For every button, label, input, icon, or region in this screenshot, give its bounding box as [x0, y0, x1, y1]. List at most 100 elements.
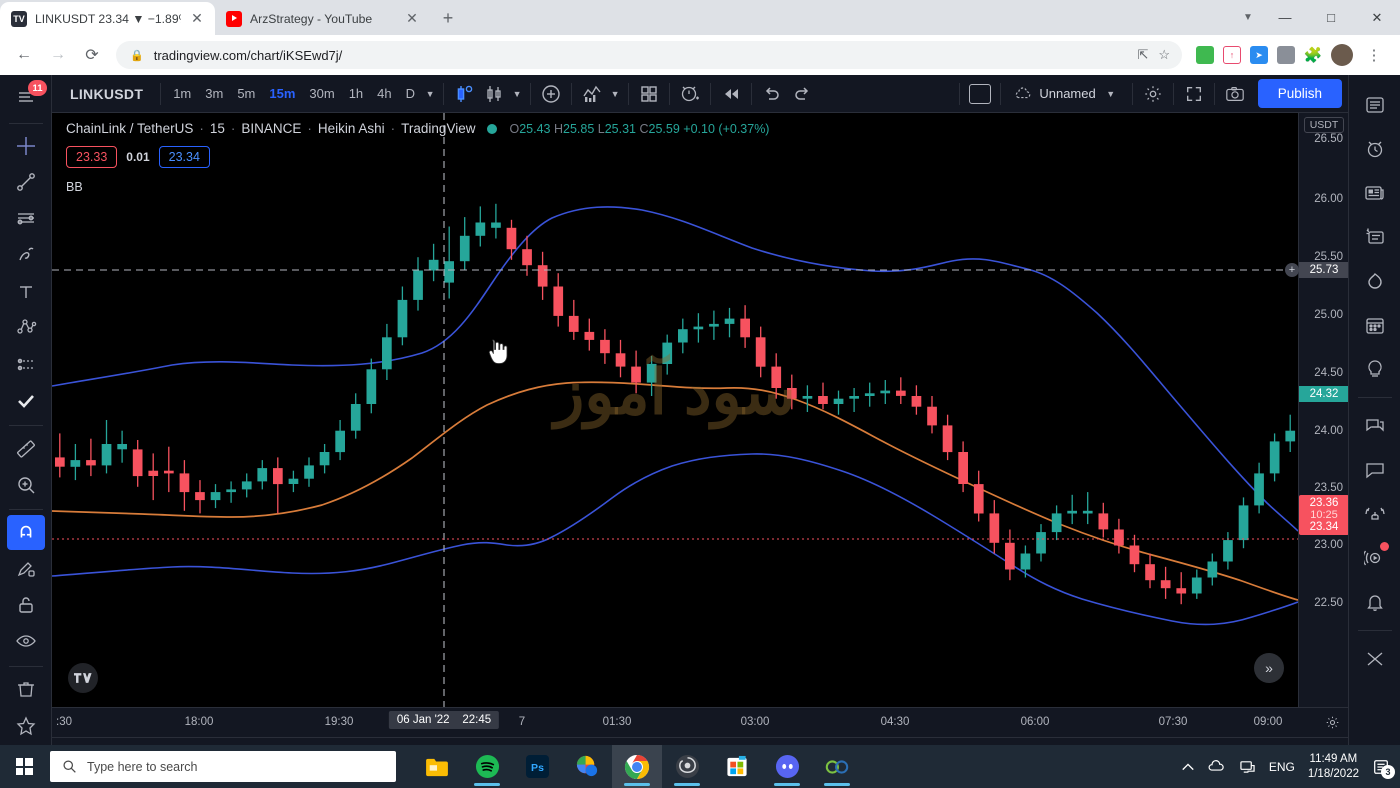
price-scale[interactable]: USDT 26.50 26.00 25.73 25.50 25.00 24.50…	[1285, 113, 1349, 707]
browser-tab-tradingview[interactable]: TV LINKUSDT 23.34 ▼ −1.89% Unna ✕	[0, 2, 215, 35]
time-axis[interactable]: :30 18:00 19:30 21:00 06 Jan '22 22:45 7…	[52, 707, 1348, 737]
reload-icon[interactable]: ⟳	[76, 39, 108, 71]
magnet-icon[interactable]	[6, 515, 45, 550]
close-icon[interactable]: ✕	[189, 11, 205, 27]
bid-price-chip[interactable]: 23.33	[66, 146, 118, 168]
forward-icon[interactable]: →	[42, 39, 74, 71]
chrome-icon[interactable]	[612, 745, 662, 788]
news-icon[interactable]	[1356, 171, 1394, 215]
favorites-star-icon[interactable]	[7, 709, 45, 744]
symbol-button[interactable]: LINKUSDT	[58, 86, 155, 102]
timeframe-30m[interactable]: 30m	[302, 81, 341, 106]
tab-search-chevron-down-icon[interactable]: ▼	[1234, 0, 1262, 35]
chart-type-bars-icon[interactable]	[479, 80, 509, 108]
tray-onedrive-icon[interactable]	[1208, 760, 1226, 773]
templates-grid-icon[interactable]	[634, 80, 664, 108]
measure-ruler-icon[interactable]	[7, 431, 45, 466]
patterns-icon[interactable]	[7, 311, 45, 346]
crosshair-icon[interactable]	[7, 128, 45, 163]
timeframe-4h[interactable]: 4h	[370, 81, 398, 106]
layout-chevron-down-icon[interactable]: ▼	[1103, 80, 1119, 108]
chart-type-candles-icon[interactable]	[449, 80, 479, 108]
timeframe-chevron-down-icon[interactable]: ▼	[422, 80, 438, 108]
chrome-menu-icon[interactable]: ⋮	[1362, 46, 1386, 64]
timeframe-daily[interactable]: D	[399, 81, 422, 106]
chart-type-chevron-down-icon[interactable]: ▼	[509, 80, 525, 108]
timeframe-5m[interactable]: 5m	[230, 81, 262, 106]
data-window-icon[interactable]	[1356, 215, 1394, 259]
file-explorer-icon[interactable]	[412, 745, 462, 788]
discord-icon[interactable]	[762, 745, 812, 788]
minimize-button[interactable]: —	[1262, 0, 1308, 35]
redo-icon[interactable]	[787, 80, 817, 108]
firefox-dev-icon[interactable]	[662, 745, 712, 788]
text-tool-icon[interactable]	[7, 274, 45, 309]
extension-vpn-icon[interactable]: ↑	[1223, 46, 1241, 64]
checkmark-icon[interactable]	[7, 384, 45, 419]
save-layout-button[interactable]: Unnamed ▼	[1006, 80, 1126, 108]
cursor-crosshair-icon[interactable]: 11	[7, 80, 47, 116]
private-chat-icon[interactable]	[1356, 448, 1394, 492]
photoshop-icon[interactable]: Ps	[512, 745, 562, 788]
chart-canvas[interactable]: ChainLink / TetherUS · 15 · BINANCE · He…	[52, 113, 1298, 707]
microsoft-store-icon[interactable]	[712, 745, 762, 788]
watchlist-icon[interactable]	[1356, 83, 1394, 127]
remove-drawings-icon[interactable]	[7, 672, 45, 707]
paint-icon[interactable]	[562, 745, 612, 788]
replay-icon[interactable]	[716, 80, 746, 108]
fullscreen-icon[interactable]	[1179, 80, 1209, 108]
extension-generic-icon[interactable]	[1277, 46, 1295, 64]
add-compare-icon[interactable]	[536, 80, 566, 108]
indicators-icon[interactable]	[577, 80, 607, 108]
horizontal-lines-icon[interactable]	[7, 201, 45, 236]
legend-indicator-bb[interactable]: BB	[66, 180, 769, 194]
undo-icon[interactable]	[757, 80, 787, 108]
brush-icon[interactable]	[7, 238, 45, 273]
add-alert-icon[interactable]	[675, 80, 705, 108]
layout-select-icon[interactable]	[965, 80, 995, 108]
timeframe-1m[interactable]: 1m	[166, 81, 198, 106]
forecast-icon[interactable]	[7, 347, 45, 382]
timeframe-15m[interactable]: 15m	[262, 81, 302, 106]
gear-icon[interactable]	[1138, 80, 1168, 108]
close-window-button[interactable]: ✕	[1354, 0, 1400, 35]
scroll-to-realtime-icon[interactable]: »	[1254, 653, 1284, 683]
taskbar-search-input[interactable]: Type here to search	[50, 751, 396, 782]
tray-expand-chevron-up-icon[interactable]	[1181, 762, 1195, 772]
hide-drawings-icon[interactable]	[7, 625, 45, 660]
extension-colorpick-icon[interactable]	[1196, 46, 1214, 64]
address-bar[interactable]: 🔒 tradingview.com/chart/iKSEwd7j/ ⇱ ☆	[116, 41, 1182, 69]
tray-clock[interactable]: 11:49 AM 1/18/2022	[1308, 752, 1359, 782]
timeframe-1h[interactable]: 1h	[342, 81, 370, 106]
notifications-bell-icon[interactable]	[1356, 580, 1394, 624]
start-button[interactable]	[0, 745, 48, 788]
legend-title-row[interactable]: ChainLink / TetherUS · 15 · BINANCE · He…	[66, 121, 769, 136]
infinity-app-icon[interactable]	[812, 745, 862, 788]
bookmark-star-icon[interactable]: ☆	[1158, 47, 1170, 63]
close-icon[interactable]: ✕	[404, 11, 420, 27]
zoom-in-icon[interactable]	[7, 468, 45, 503]
hotlist-icon[interactable]	[1356, 259, 1394, 303]
publish-button[interactable]: Publish	[1257, 79, 1342, 108]
time-axis-gear-icon[interactable]	[1325, 715, 1340, 730]
extension-telegram-icon[interactable]: ➤	[1250, 46, 1268, 64]
drawing-mode-icon[interactable]	[7, 552, 45, 587]
lock-drawings-icon[interactable]	[7, 588, 45, 623]
broadcast-icon[interactable]	[1356, 492, 1394, 536]
ideas-lightbulb-icon[interactable]	[1356, 347, 1394, 391]
maximize-button[interactable]: □	[1308, 0, 1354, 35]
calendar-icon[interactable]	[1356, 303, 1394, 347]
stream-icon[interactable]	[1356, 536, 1394, 580]
share-icon[interactable]: ⇱	[1137, 47, 1148, 63]
browser-tab-youtube[interactable]: ArzStrategy - YouTube ✕	[215, 2, 430, 35]
settings-drawer-icon[interactable]	[1356, 637, 1394, 681]
spotify-icon[interactable]	[462, 745, 512, 788]
new-tab-button[interactable]: +	[434, 4, 462, 32]
tray-language-indicator[interactable]: ENG	[1269, 760, 1295, 774]
ask-price-chip[interactable]: 23.34	[158, 146, 210, 168]
puzzle-extensions-icon[interactable]: 🧩	[1304, 46, 1323, 64]
trend-line-icon[interactable]	[7, 165, 45, 200]
camera-snapshot-icon[interactable]	[1220, 80, 1250, 108]
action-center-icon[interactable]: 3	[1372, 758, 1395, 779]
add-alert-plus-icon[interactable]: +	[1285, 263, 1299, 277]
